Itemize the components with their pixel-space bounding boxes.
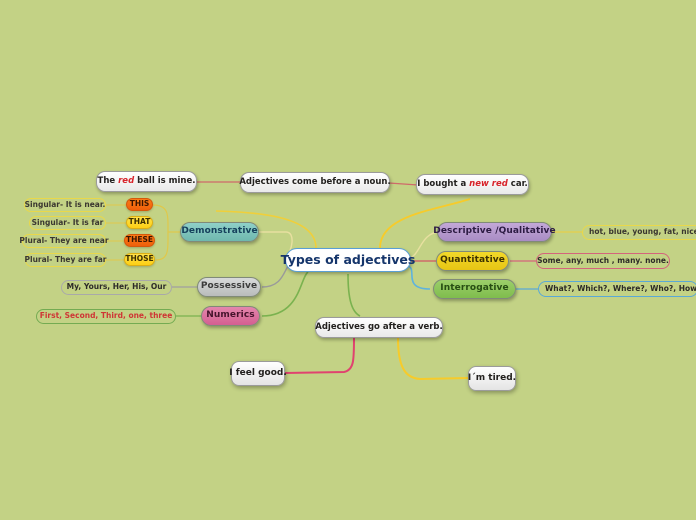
demonstrative-keyword-these[interactable]: THESE (124, 234, 155, 247)
example-new-red-car-text: I bought a new red car. (417, 178, 528, 189)
demonstrative-keyword-those-label: THOSE (125, 254, 154, 264)
rule-before-noun-label: Adjectives come before a noun. (239, 176, 391, 187)
category-demonstrative[interactable]: Demonstrative (180, 222, 259, 242)
category-interrogative-label: Interrogative (440, 283, 509, 294)
connector-interrogative (405, 265, 431, 290)
category-possessive[interactable]: Possessive (197, 277, 261, 297)
connector-bottom-left (284, 337, 355, 374)
quantitative-items[interactable]: Some, any, much , many. none. (536, 253, 670, 269)
connector-demo-spine (152, 204, 169, 261)
numerics-items-label: First, Second, Third, one, three (39, 311, 173, 321)
connector-possessive (261, 263, 291, 288)
example-feel-good-text: I feel good. (229, 367, 287, 378)
category-possessive-label: Possessive (200, 281, 258, 292)
demonstrative-desc-2[interactable]: Singular- It is far (29, 216, 106, 230)
category-quantitative[interactable]: Quantitative (436, 251, 509, 271)
central-node[interactable]: Types of adjectives (281, 248, 415, 272)
possessive-items-label: My, Yours, Her, His, Our (66, 282, 167, 292)
demonstrative-desc-4-label: Plural- They are far (24, 254, 107, 264)
connector-bottom-right (397, 337, 469, 381)
demonstrative-desc-1[interactable]: Singular- It is near. (24, 198, 106, 212)
demonstrative-keyword-these-label: THESE (125, 235, 154, 245)
example-feel-good[interactable]: I feel good. (229, 361, 287, 386)
demonstrative-keyword-this[interactable]: THIS (126, 198, 153, 211)
example-new-red-car[interactable]: I bought a new red car. (416, 174, 529, 195)
rule-before-noun[interactable]: Adjectives come before a noun. (239, 172, 391, 193)
demonstrative-desc-1-label: Singular- It is near. (24, 199, 106, 209)
demonstrative-desc-3[interactable]: Plural- They are near (19, 234, 109, 248)
demonstrative-keyword-that[interactable]: THAT (126, 216, 153, 229)
example-im-tired-text: I´m tired. (467, 372, 517, 383)
demonstrative-keyword-this-label: THIS (129, 199, 150, 209)
rule-after-verb-label: Adjectives go after a verb. (315, 321, 443, 332)
mindmap-canvas: Types of adjectives Adjectives come befo… (0, 0, 696, 520)
example-red-ball[interactable]: The red ball is mine. (96, 171, 197, 192)
category-descriptive[interactable]: Descriptive /Qualitative (433, 222, 556, 242)
possessive-items[interactable]: My, Yours, Her, His, Our (61, 280, 172, 295)
demonstrative-desc-2-label: Singular- It is far (31, 217, 104, 227)
descriptive-items[interactable]: hot, blue, young, fat, nice, (582, 225, 696, 240)
demonstrative-keyword-those[interactable]: THOSE (124, 253, 155, 266)
category-quantitative-label: Quantitative (440, 255, 505, 266)
connector-numerics (261, 271, 309, 317)
example-im-tired[interactable]: I´m tired. (468, 366, 516, 391)
central-node-label: Types of adjectives (280, 252, 416, 268)
demonstrative-keyword-that-label: THAT (128, 217, 151, 227)
interrogative-items-label: What?, Which?, Where?, Who?, How? (545, 283, 696, 293)
category-interrogative[interactable]: Interrogative (433, 279, 516, 299)
category-descriptive-label: Descriptive /Qualitative (433, 226, 556, 237)
demonstrative-desc-4[interactable]: Plural- They are far (24, 253, 107, 267)
numerics-items[interactable]: First, Second, Third, one, three (36, 309, 176, 324)
quantitative-items-label: Some, any, much , many. none. (537, 255, 669, 265)
category-demonstrative-label: Demonstrative (181, 226, 258, 237)
rule-after-verb[interactable]: Adjectives go after a verb. (315, 317, 443, 338)
demonstrative-desc-3-label: Plural- They are near (19, 235, 109, 245)
connector-rule-example-right (388, 182, 419, 186)
category-numerics[interactable]: Numerics (201, 306, 260, 326)
category-numerics-label: Numerics (206, 310, 255, 321)
connector-bottom-rule (347, 273, 361, 317)
descriptive-items-label: hot, blue, young, fat, nice, (589, 227, 696, 237)
example-red-ball-text: The red ball is mine. (97, 175, 196, 186)
interrogative-items[interactable]: What?, Which?, Where?, Who?, How? (538, 281, 696, 297)
